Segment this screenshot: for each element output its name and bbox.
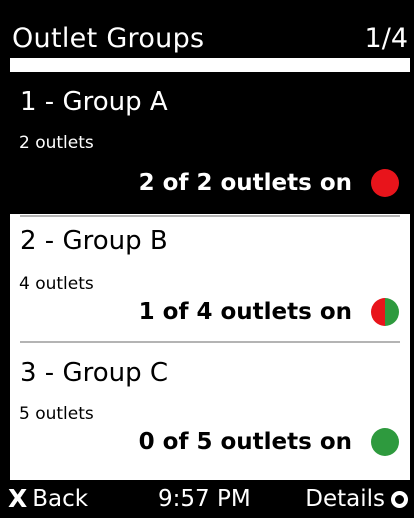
close-icon: X <box>8 484 28 513</box>
ring-icon <box>391 490 408 508</box>
page-indicator: 1/4 <box>364 23 408 54</box>
list-item-group-b[interactable]: 2 - Group B 4 outlets 1 of 4 outlets on <box>10 217 410 341</box>
list-item-group-c[interactable]: 3 - Group C 5 outlets 0 of 5 outlets on <box>10 343 410 480</box>
clock: 9:57 PM <box>158 486 251 512</box>
back-button[interactable]: X Back <box>8 482 88 516</box>
group-outlet-count: 4 outlets <box>19 274 94 294</box>
red-dot-icon <box>371 169 399 197</box>
details-label: Details <box>305 486 385 512</box>
red-green-split-dot-icon <box>371 298 399 326</box>
page-title: Outlet Groups <box>12 23 205 54</box>
title-bar: Outlet Groups 1/4 <box>0 0 414 56</box>
list-item-group-a[interactable]: 1 - Group A 2 outlets 2 of 2 outlets on <box>10 72 410 214</box>
details-button[interactable]: Details <box>305 482 408 516</box>
green-dot-icon <box>371 428 399 456</box>
group-name: 3 - Group C <box>20 358 169 388</box>
group-status: 1 of 4 outlets on <box>138 299 352 325</box>
list-top-strip <box>10 58 410 72</box>
group-name: 2 - Group B <box>20 226 168 256</box>
outlet-groups-screen: Outlet Groups 1/4 1 - Group A 2 outlets … <box>0 0 414 518</box>
group-status: 0 of 5 outlets on <box>138 429 352 455</box>
back-label: Back <box>32 486 89 512</box>
bottom-bar: X Back 9:57 PM Details <box>0 480 414 518</box>
group-name: 1 - Group A <box>20 87 168 117</box>
group-outlet-count: 2 outlets <box>19 133 94 153</box>
group-status: 2 of 2 outlets on <box>138 170 352 196</box>
group-outlet-count: 5 outlets <box>19 404 94 424</box>
group-list: 1 - Group A 2 outlets 2 of 2 outlets on … <box>10 72 410 480</box>
